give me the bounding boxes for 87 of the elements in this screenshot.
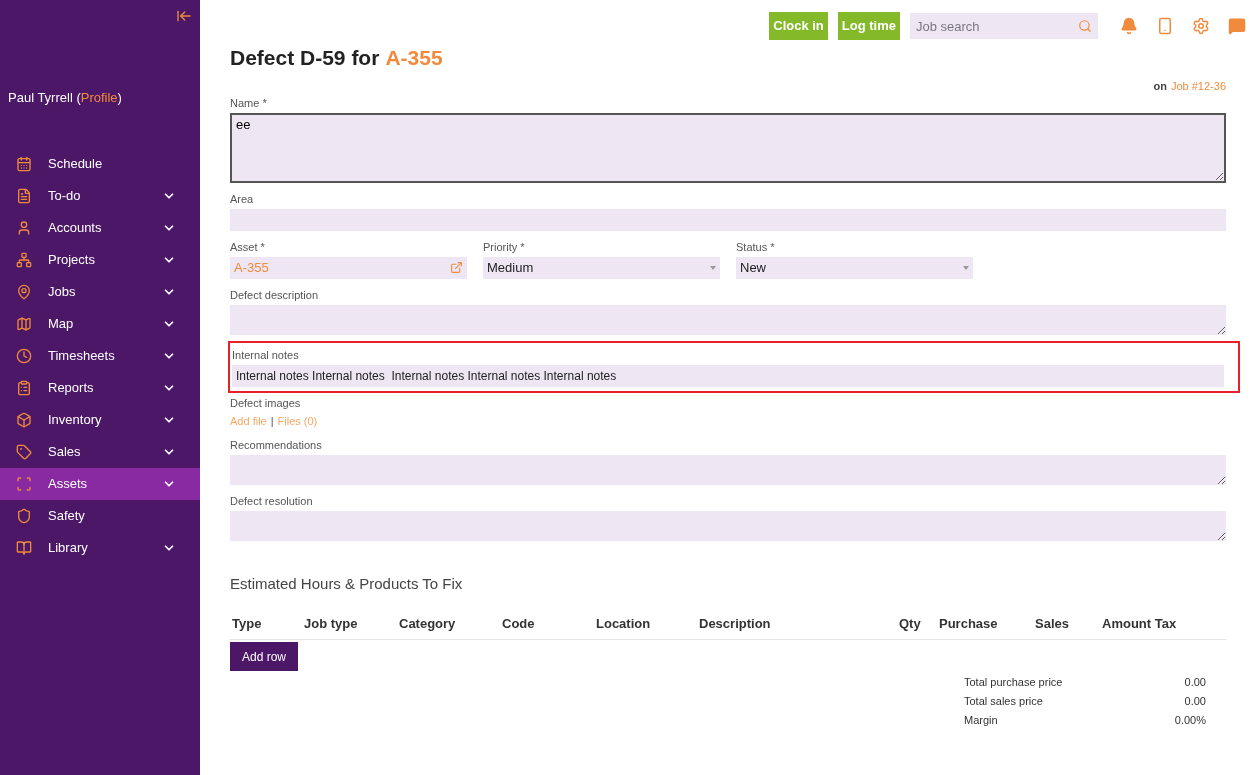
total-label: Total purchase price — [964, 675, 1064, 690]
sidebar-item[interactable]: To-do — [0, 179, 200, 212]
sidebar-label: Sales — [48, 442, 82, 461]
field-label: Defect resolution — [230, 494, 314, 509]
notes-field[interactable]: Internal notes Internal notes Internal notes Internal notes Internal notes — [232, 364, 1224, 387]
name-field[interactable]: ee — [230, 112, 1226, 183]
sidebar-item[interactable]: Reports — [0, 371, 200, 404]
settings-icon[interactable] — [1192, 17, 1210, 35]
user-name: Paul Tyrrell (Profile) — [7, 89, 123, 107]
sidebar-item[interactable]: Map — [0, 307, 200, 340]
area-field[interactable] — [230, 208, 1226, 231]
caret-icon — [963, 265, 969, 270]
total-value: 0.00 — [1184, 675, 1206, 690]
bell-icon[interactable] — [1120, 17, 1138, 35]
sidebar-item[interactable]: Safety — [0, 499, 200, 532]
chat-icon[interactable] — [1228, 17, 1246, 35]
field-label: Asset * — [230, 239, 266, 255]
map-icon — [16, 315, 32, 332]
box-icon — [16, 411, 32, 428]
sidebar-item[interactable]: Timesheets — [0, 339, 200, 372]
job-prefix: on — [1153, 79, 1167, 94]
book-icon — [16, 539, 32, 556]
field-label: Defect images — [230, 395, 302, 411]
sidebar-item[interactable]: Jobs — [0, 275, 200, 308]
total-label: Margin — [964, 713, 999, 728]
field-label: Area — [230, 191, 255, 207]
sidebar-label: Map — [48, 314, 75, 333]
column-header: Qty — [899, 614, 922, 633]
column-header: Job type — [304, 614, 359, 633]
total-value: 0.00 — [1184, 694, 1206, 709]
search-field[interactable]: Job search — [910, 13, 1098, 39]
scan-icon — [16, 475, 32, 492]
column-header: Purchase — [939, 614, 999, 633]
network-icon — [16, 251, 32, 268]
column-header: Category — [399, 614, 457, 633]
field-label: Defect description — [230, 287, 320, 303]
sidebar-label: Assets — [48, 474, 88, 493]
sidebar-label: Timesheets — [48, 346, 116, 365]
sidebar-item[interactable]: Projects — [0, 243, 200, 276]
clock-icon — [16, 347, 32, 364]
column-header: Sales — [1035, 614, 1070, 633]
sidebar-label: Projects — [48, 250, 96, 269]
field-label: Recommendations — [230, 438, 323, 453]
sidebar-label: Inventory — [48, 410, 103, 429]
calendar-icon — [16, 155, 32, 172]
select-field[interactable]: Medium — [483, 256, 720, 279]
sidebar-item[interactable]: Inventory — [0, 403, 200, 436]
sidebar-label: Safety — [48, 506, 86, 525]
collapse-icon[interactable] — [176, 8, 192, 24]
sidebar-item[interactable]: Assets — [0, 467, 200, 500]
page-title: Defect D-59 for — [230, 45, 380, 72]
phone-icon[interactable] — [1156, 17, 1174, 35]
select-field[interactable]: New — [736, 256, 973, 279]
map-pin-icon — [16, 283, 32, 300]
caret-icon — [710, 265, 716, 270]
sidebar-label: Schedule — [48, 154, 104, 173]
sidebar-item[interactable]: Accounts — [0, 211, 200, 244]
section-title: Estimated Hours & Products To Fix — [230, 574, 464, 594]
field-label: Priority * — [483, 239, 526, 255]
sidebar-label: To-do — [48, 186, 82, 205]
add-row-button[interactable]: Add row — [230, 642, 299, 671]
column-header: Code — [502, 614, 536, 633]
external-link-icon[interactable] — [450, 261, 463, 274]
sidebar-label: Reports — [48, 378, 95, 397]
profile-link[interactable]: Profile — [80, 90, 118, 105]
total-value: 0.00% — [1174, 713, 1206, 728]
field-label: Status * — [736, 239, 776, 255]
document-icon — [16, 187, 32, 204]
total-label: Total sales price — [964, 694, 1044, 709]
sidebar-label: Accounts — [48, 218, 103, 237]
clipboard-icon — [16, 379, 32, 396]
person-icon — [16, 219, 32, 236]
column-header: Description — [699, 614, 772, 633]
field-label: Internal notes — [232, 347, 300, 363]
sidebar-label: Jobs — [48, 282, 77, 301]
column-header: Location — [596, 614, 652, 633]
sidebar-item[interactable]: Sales — [0, 435, 200, 468]
column-header: Amount Tax — [1102, 614, 1178, 633]
separator: | — [270, 413, 274, 429]
sidebar-item[interactable]: Schedule — [0, 147, 200, 180]
search-icon — [1078, 19, 1092, 33]
sidebar-item[interactable]: Library — [0, 531, 200, 564]
sidebar-label: Library — [48, 538, 89, 557]
field-label: Name * — [230, 95, 268, 111]
tag-icon — [16, 443, 32, 460]
column-header: Type — [232, 614, 263, 633]
shield-icon — [16, 507, 32, 524]
